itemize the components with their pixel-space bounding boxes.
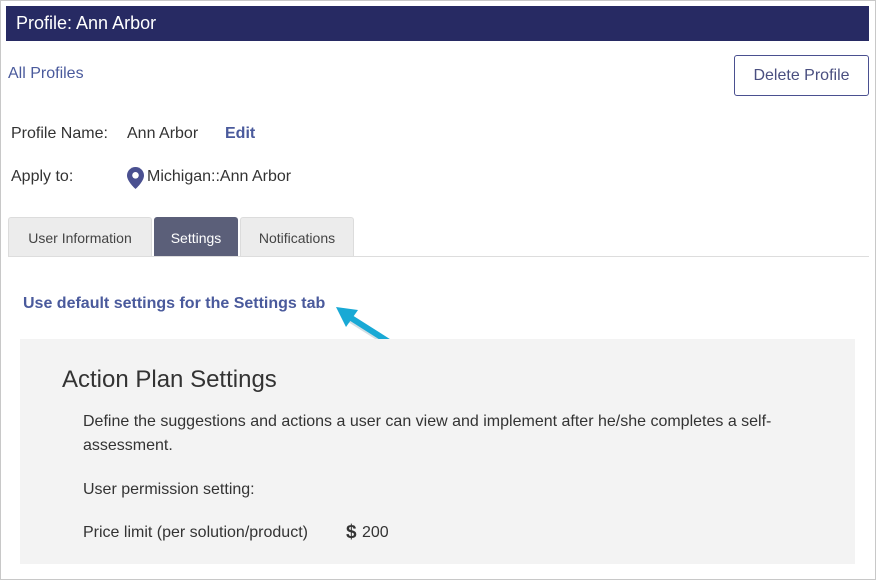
apply-to-label: Apply to: <box>11 168 74 185</box>
tab-user-information[interactable]: User Information <box>8 217 152 257</box>
page-title: Profile: Ann Arbor <box>6 6 869 41</box>
user-permission-label: User permission setting: <box>83 481 255 498</box>
price-limit-value: 200 <box>362 524 389 541</box>
delete-profile-button[interactable]: Delete Profile <box>734 55 869 96</box>
all-profiles-link[interactable]: All Profiles <box>8 65 84 83</box>
use-default-settings-link[interactable]: Use default settings for the Settings ta… <box>23 295 325 313</box>
profile-window: Profile: Ann Arbor All Profiles Delete P… <box>0 0 876 580</box>
edit-profile-name-link[interactable]: Edit <box>225 125 255 143</box>
tab-notifications[interactable]: Notifications <box>240 217 354 257</box>
action-plan-title: Action Plan Settings <box>62 366 277 393</box>
profile-name-label: Profile Name: <box>11 125 108 142</box>
dollar-icon: $ <box>346 522 357 543</box>
tab-divider <box>8 256 869 257</box>
profile-name-value: Ann Arbor <box>127 125 199 142</box>
action-plan-description: Define the suggestions and actions a use… <box>83 413 772 454</box>
action-plan-settings-panel: Action Plan Settings Define the suggesti… <box>20 339 855 564</box>
tab-settings[interactable]: Settings <box>154 217 238 257</box>
location-pin-icon <box>127 167 144 189</box>
apply-to-value: Michigan::Ann Arbor <box>147 168 292 185</box>
price-limit-label: Price limit (per solution/product) <box>83 524 308 541</box>
